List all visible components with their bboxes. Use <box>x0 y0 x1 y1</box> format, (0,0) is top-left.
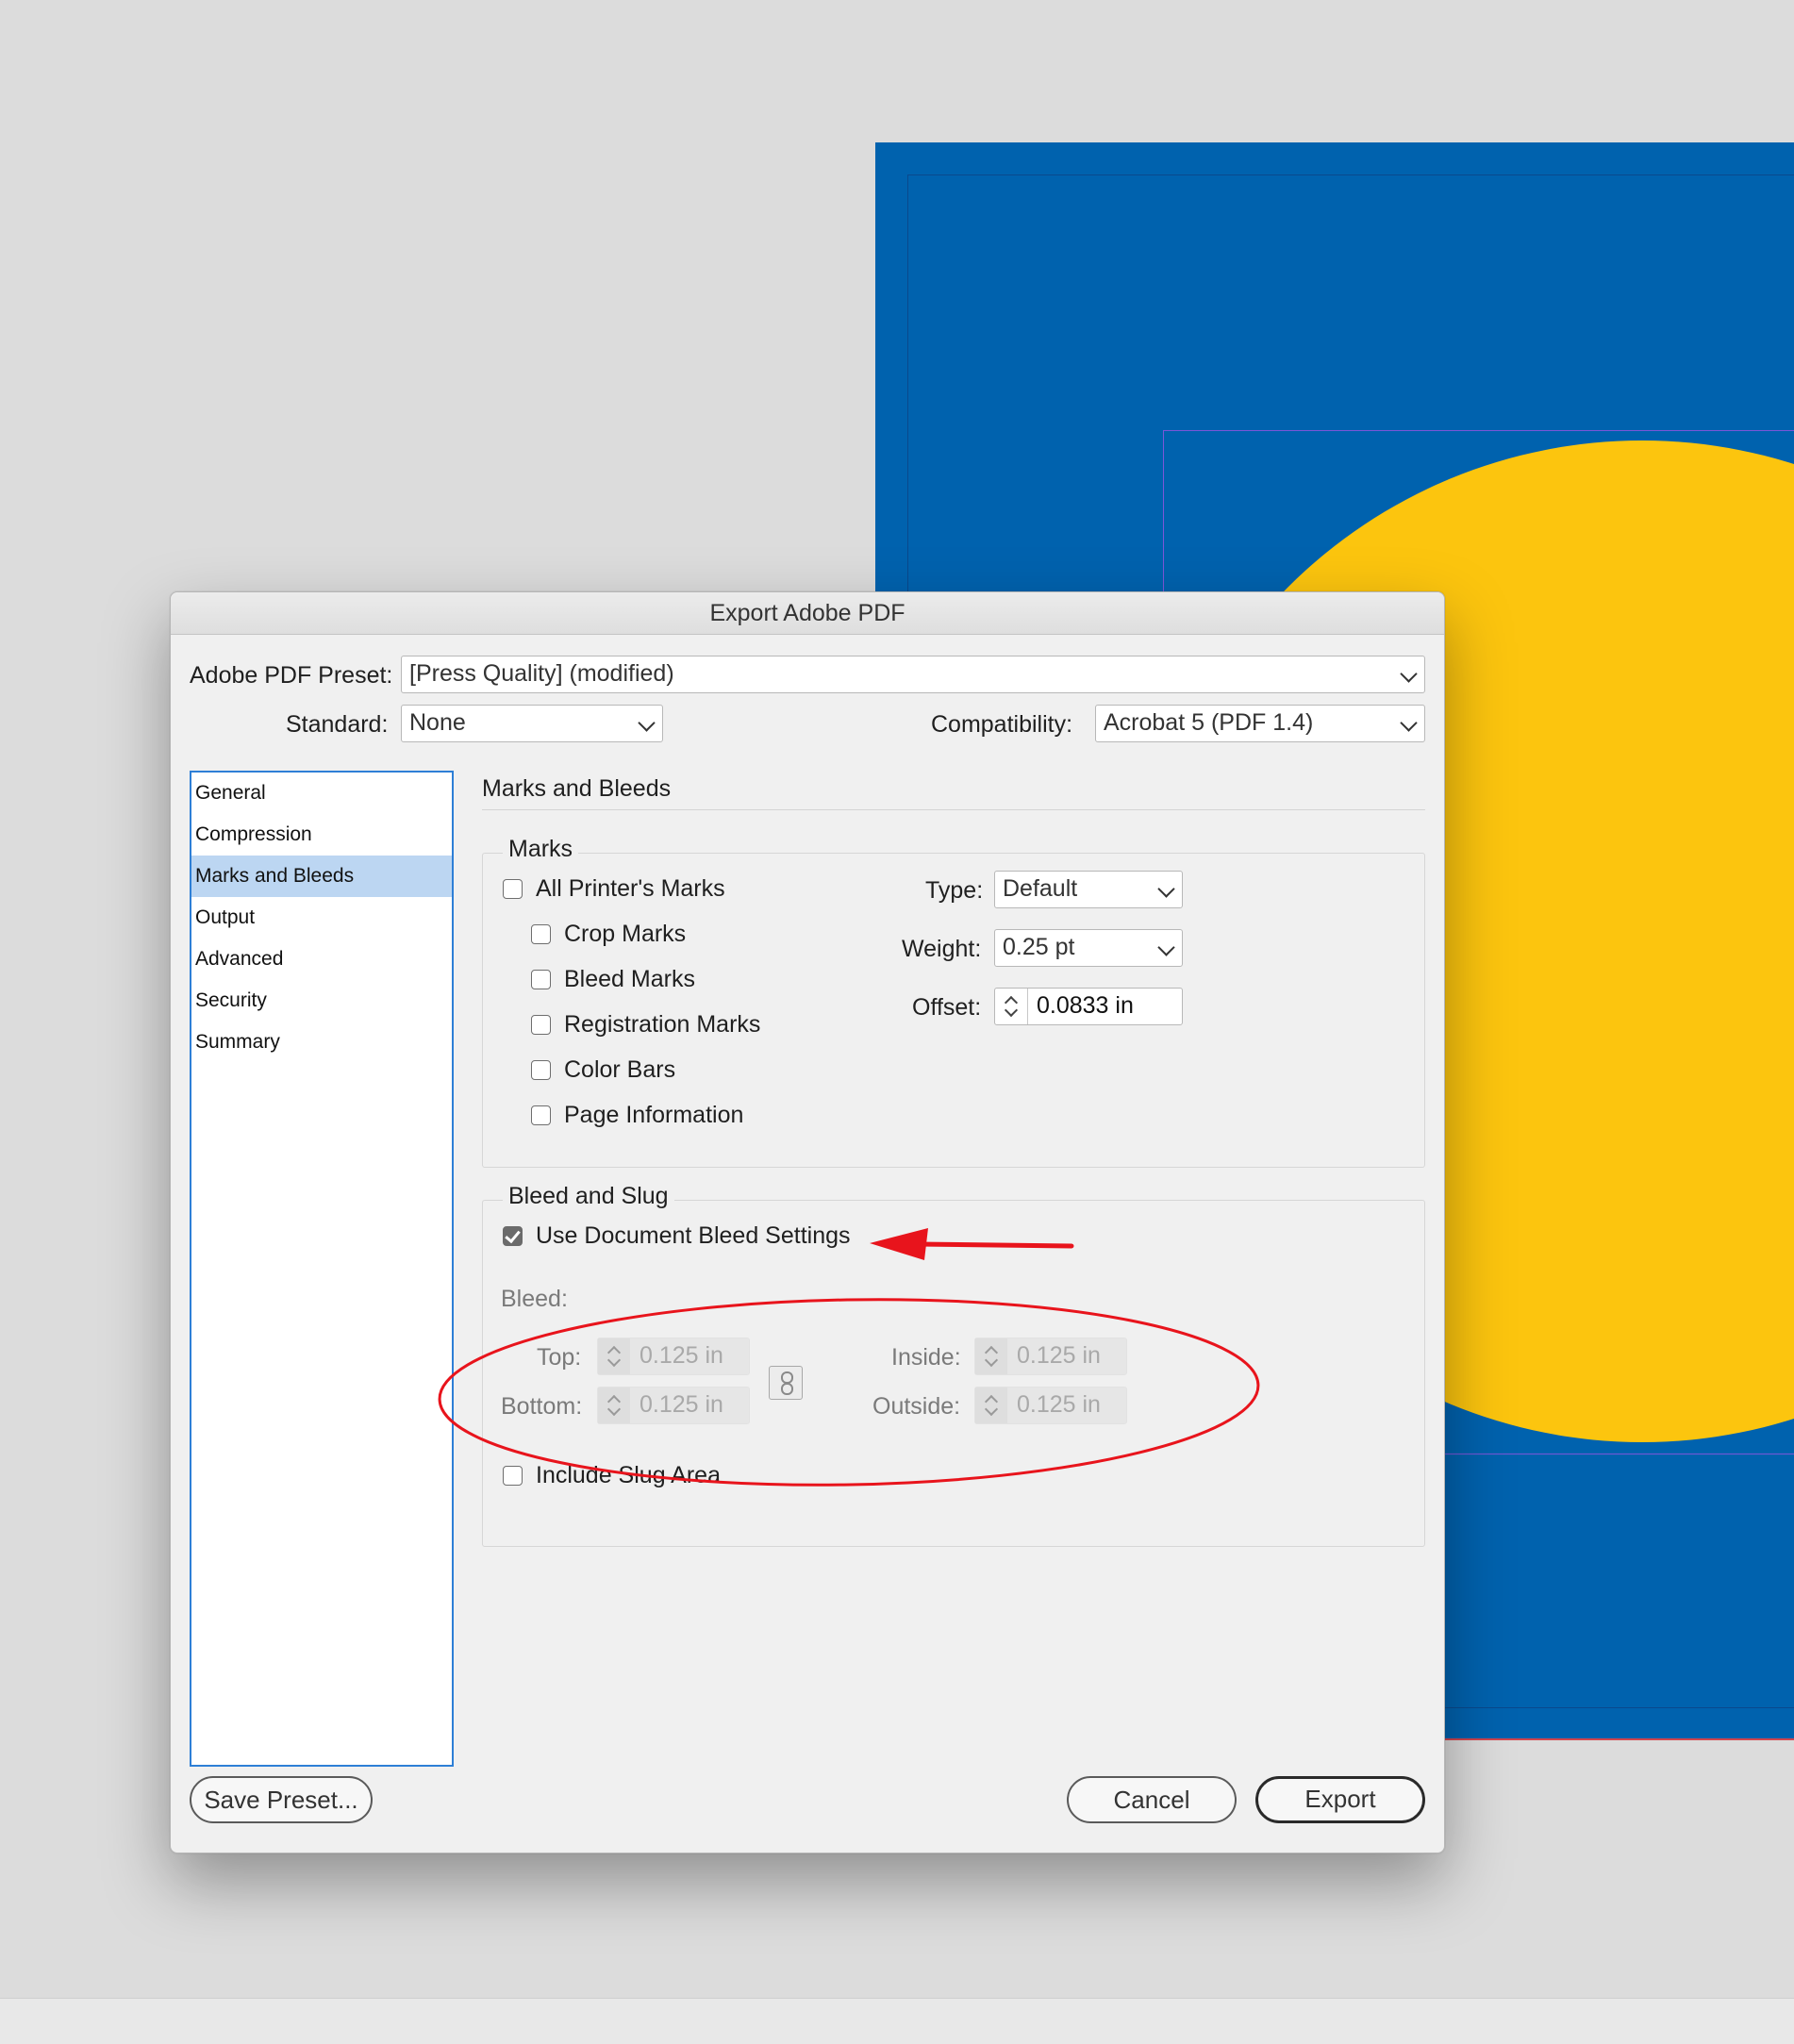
export-button[interactable]: Export <box>1255 1776 1425 1823</box>
bottom-label: Bottom: <box>501 1393 583 1420</box>
offset-stepper[interactable]: 0.0833 in <box>994 988 1183 1025</box>
outside-label: Outside: <box>872 1393 961 1420</box>
all-printers-marks-checkbox[interactable]: All Printer's Marks <box>503 875 725 903</box>
category-list: General Compression Marks and Bleeds Out… <box>190 771 454 1767</box>
standard-label: Standard: <box>286 711 389 738</box>
color-bars-checkbox[interactable]: Color Bars <box>531 1056 675 1084</box>
sidebar-item-marks-and-bleeds[interactable]: Marks and Bleeds <box>191 856 452 897</box>
use-document-bleed-checkbox[interactable]: Use Document Bleed Settings <box>503 1222 851 1250</box>
dialog-title: Export Adobe PDF <box>171 592 1444 635</box>
section-divider <box>482 809 1425 810</box>
outside-bleed-value: 0.125 in <box>1017 1391 1101 1418</box>
inside-bleed-value: 0.125 in <box>1017 1342 1101 1369</box>
weight-label: Weight: <box>902 936 982 962</box>
offset-value: 0.0833 in <box>1037 992 1134 1019</box>
bleed-marks-checkbox[interactable]: Bleed Marks <box>531 966 695 993</box>
preset-label: Adobe PDF Preset: <box>190 662 393 689</box>
chevron-down-icon <box>1400 665 1418 683</box>
inside-bleed-stepper[interactable]: 0.125 in <box>974 1338 1127 1375</box>
compatibility-dropdown[interactable]: Acrobat 5 (PDF 1.4) <box>1095 705 1425 742</box>
registration-marks-label: Registration Marks <box>564 1011 761 1038</box>
crop-marks-label: Crop Marks <box>564 921 687 947</box>
chevron-down-icon <box>1157 939 1175 956</box>
chevron-down-icon <box>1157 880 1175 898</box>
checkbox-box <box>503 1466 523 1486</box>
type-value: Default <box>1003 875 1078 902</box>
bottom-bleed-stepper[interactable]: 0.125 in <box>597 1387 750 1424</box>
compatibility-label: Compatibility: <box>931 711 1073 738</box>
outside-bleed-stepper[interactable]: 0.125 in <box>974 1387 1127 1424</box>
offset-label: Offset: <box>912 994 982 1021</box>
standard-value: None <box>409 709 466 736</box>
top-label: Top: <box>537 1344 582 1371</box>
bottom-status-strip <box>0 1998 1794 2044</box>
registration-marks-checkbox[interactable]: Registration Marks <box>531 1011 760 1039</box>
page-information-checkbox[interactable]: Page Information <box>531 1102 743 1129</box>
preset-value: [Press Quality] (modified) <box>409 660 674 687</box>
sidebar-item-general[interactable]: General <box>191 773 452 814</box>
stepper-arrows-icon <box>975 1388 1007 1423</box>
stepper-arrows-icon[interactable] <box>995 989 1028 1024</box>
bottom-bleed-value: 0.125 in <box>640 1391 723 1418</box>
bleed-marks-label: Bleed Marks <box>564 966 695 992</box>
use-document-bleed-label: Use Document Bleed Settings <box>536 1222 851 1249</box>
chain-link-icon[interactable] <box>769 1366 803 1400</box>
bleed-slug-legend: Bleed and Slug <box>503 1183 674 1210</box>
type-label: Type: <box>925 877 984 904</box>
export-pdf-dialog: Export Adobe PDF Adobe PDF Preset: [Pres… <box>170 591 1445 1853</box>
top-bleed-stepper[interactable]: 0.125 in <box>597 1338 750 1375</box>
checkbox-box <box>531 924 551 944</box>
chevron-down-icon <box>638 714 656 732</box>
checkbox-box <box>531 1105 551 1125</box>
sidebar-item-output[interactable]: Output <box>191 897 452 939</box>
sidebar-item-advanced[interactable]: Advanced <box>191 939 452 980</box>
crop-marks-checkbox[interactable]: Crop Marks <box>531 921 686 948</box>
preset-dropdown[interactable]: [Press Quality] (modified) <box>401 656 1425 693</box>
page-information-label: Page Information <box>564 1102 744 1128</box>
sidebar-item-compression[interactable]: Compression <box>191 814 452 856</box>
checkbox-checked-box <box>503 1226 523 1246</box>
top-bleed-value: 0.125 in <box>640 1342 723 1369</box>
sidebar-item-security[interactable]: Security <box>191 980 452 1022</box>
bleed-label: Bleed: <box>501 1286 568 1312</box>
all-printers-marks-label: All Printer's Marks <box>536 875 725 902</box>
checkbox-box <box>531 1060 551 1080</box>
checkbox-box <box>531 970 551 989</box>
color-bars-label: Color Bars <box>564 1056 676 1083</box>
checkbox-box <box>531 1015 551 1035</box>
standard-dropdown[interactable]: None <box>401 705 663 742</box>
include-slug-label: Include Slug Area <box>536 1462 721 1488</box>
marks-legend: Marks <box>503 836 579 863</box>
type-dropdown[interactable]: Default <box>994 871 1183 908</box>
section-title: Marks and Bleeds <box>482 775 672 802</box>
include-slug-checkbox[interactable]: Include Slug Area <box>503 1462 721 1489</box>
sidebar-item-summary[interactable]: Summary <box>191 1022 452 1063</box>
weight-dropdown[interactable]: 0.25 pt <box>994 929 1183 967</box>
inside-label: Inside: <box>891 1344 961 1371</box>
stepper-arrows-icon <box>975 1338 1007 1374</box>
chevron-down-icon <box>1400 714 1418 732</box>
weight-value: 0.25 pt <box>1003 934 1075 960</box>
stepper-arrows-icon <box>598 1388 630 1423</box>
checkbox-box <box>503 879 523 899</box>
stepper-arrows-icon <box>598 1338 630 1374</box>
compatibility-value: Acrobat 5 (PDF 1.4) <box>1104 709 1314 736</box>
save-preset-button[interactable]: Save Preset... <box>190 1776 373 1823</box>
cancel-button[interactable]: Cancel <box>1067 1776 1237 1823</box>
